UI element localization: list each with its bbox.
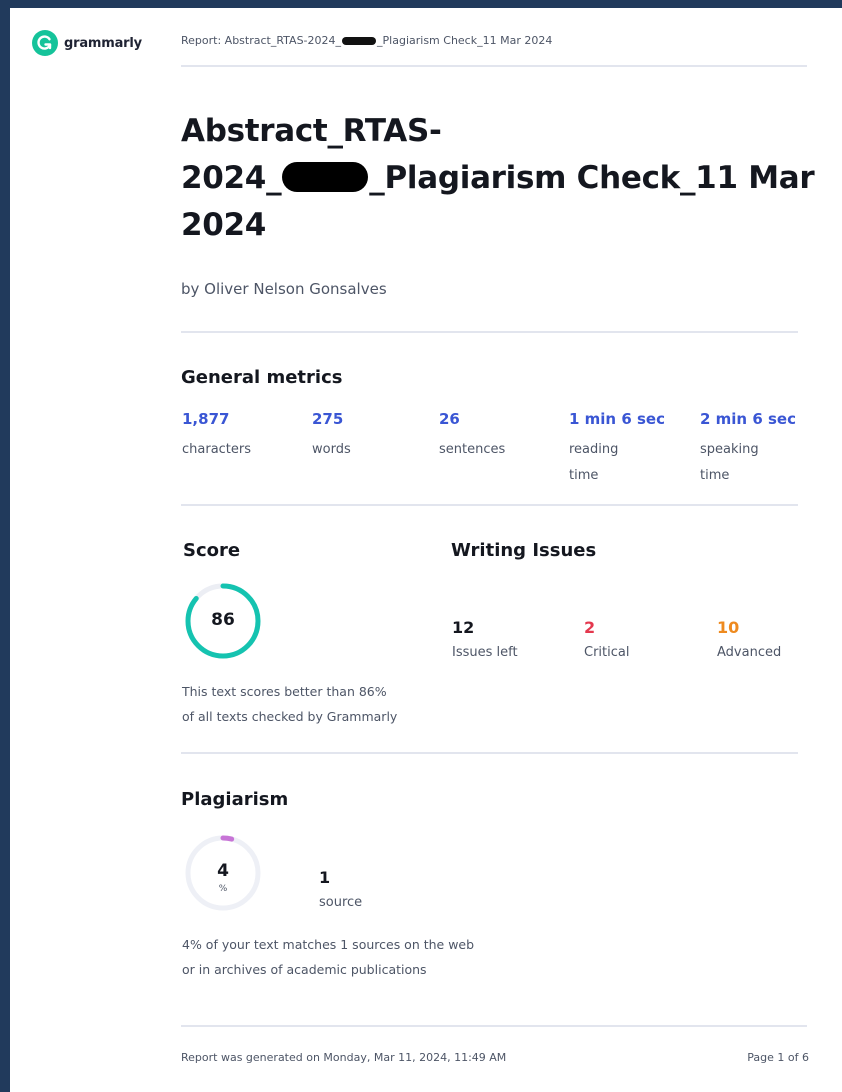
metric-label: characters (182, 442, 252, 457)
title-line-3: 2024 (181, 207, 267, 243)
plagiarism-note-line-2: or in archives of academic publications (182, 962, 427, 977)
metric-label: words (312, 442, 351, 457)
critical-label: Critical (584, 645, 630, 660)
advanced-label: Advanced (717, 645, 782, 660)
plagiarism-sources: 1 source (319, 868, 362, 910)
issues-advanced: 10 Advanced (717, 618, 781, 660)
plagiarism-value: 4 (217, 861, 229, 881)
metric-value: 1,877 (182, 410, 230, 428)
score-note: This text scores better than 86% of all … (182, 679, 397, 729)
plagiarism-heading: Plagiarism (181, 789, 289, 810)
metric-value: 1 min 6 sec (569, 410, 665, 428)
title-divider (181, 331, 798, 333)
metric-value: 2 min 6 sec (700, 410, 796, 428)
title-redaction-mark (282, 162, 369, 192)
metric-label: speaking time (700, 442, 759, 483)
plagiarism-note-line-1: 4% of your text matches 1 sources on the… (182, 937, 475, 952)
metric-words: 275 words (312, 410, 432, 463)
grammarly-g-icon (32, 30, 58, 56)
general-metrics-heading: General metrics (181, 367, 343, 388)
metrics-divider (181, 504, 798, 506)
grammarly-logo: grammarly (32, 30, 142, 56)
issues-left-label: Issues left (452, 645, 518, 660)
metric-label: sentences (439, 442, 506, 457)
title-line-1: Abstract_RTAS- (181, 113, 442, 149)
score-ring: 86 (184, 582, 262, 660)
score-value: 86 (211, 610, 235, 630)
issues-left-value: 12 (452, 618, 475, 637)
page-number: Page 1 of 6 (747, 1051, 809, 1064)
advanced-value: 10 (717, 618, 740, 637)
metric-value: 275 (312, 410, 344, 428)
metric-reading-time: 1 min 6 sec reading time (569, 410, 689, 489)
score-heading: Score (183, 540, 241, 561)
report-page: grammarly Report: Abstract_RTAS-2024_ _Pl… (10, 8, 842, 1092)
score-note-line-1: This text scores better than 86% (182, 684, 387, 699)
title-line-2: 2024_ _Plagiarism Check_11 Mar (181, 155, 821, 202)
report-header-prefix: Report: Abstract_RTAS-2024_ (181, 34, 342, 47)
report-header-suffix: _Plagiarism Check_11 Mar 2024 (377, 34, 553, 47)
sources-value: 1 (319, 868, 331, 887)
sources-label: source (319, 895, 363, 910)
generated-timestamp: Report was generated on Monday, Mar 11, … (181, 1051, 507, 1064)
redaction-mark (342, 37, 377, 45)
metric-sentences: 26 sentences (439, 410, 559, 463)
metric-speaking-time: 2 min 6 sec speaking time (700, 410, 820, 489)
score-note-line-2: of all texts checked by Grammarly (182, 709, 398, 724)
footer-divider (181, 1025, 807, 1027)
metric-label: reading time (569, 442, 619, 483)
issues-critical: 2 Critical (584, 618, 629, 660)
critical-value: 2 (584, 618, 596, 637)
header-divider (181, 65, 807, 67)
plagiarism-unit: % (218, 884, 228, 894)
brand-name: grammarly (64, 35, 142, 51)
author-byline: by Oliver Nelson Gonsalves (181, 280, 387, 298)
plagiarism-note: 4% of your text matches 1 sources on the… (182, 932, 474, 982)
metric-value: 26 (439, 410, 460, 428)
document-title: Abstract_RTAS- 2024_ _Plagiarism Check_11… (181, 108, 821, 249)
writing-issues-heading: Writing Issues (451, 540, 597, 561)
score-divider (181, 752, 798, 754)
metric-characters: 1,877 characters (182, 410, 302, 463)
title-line-2-suffix: _Plagiarism Check_11 Mar (369, 160, 815, 196)
report-header: Report: Abstract_RTAS-2024_ _Plagiarism C… (181, 34, 552, 47)
title-line-2-prefix: 2024_ (181, 160, 282, 196)
issues-left: 12 Issues left (452, 618, 518, 660)
plagiarism-ring: 4 % (184, 834, 262, 912)
